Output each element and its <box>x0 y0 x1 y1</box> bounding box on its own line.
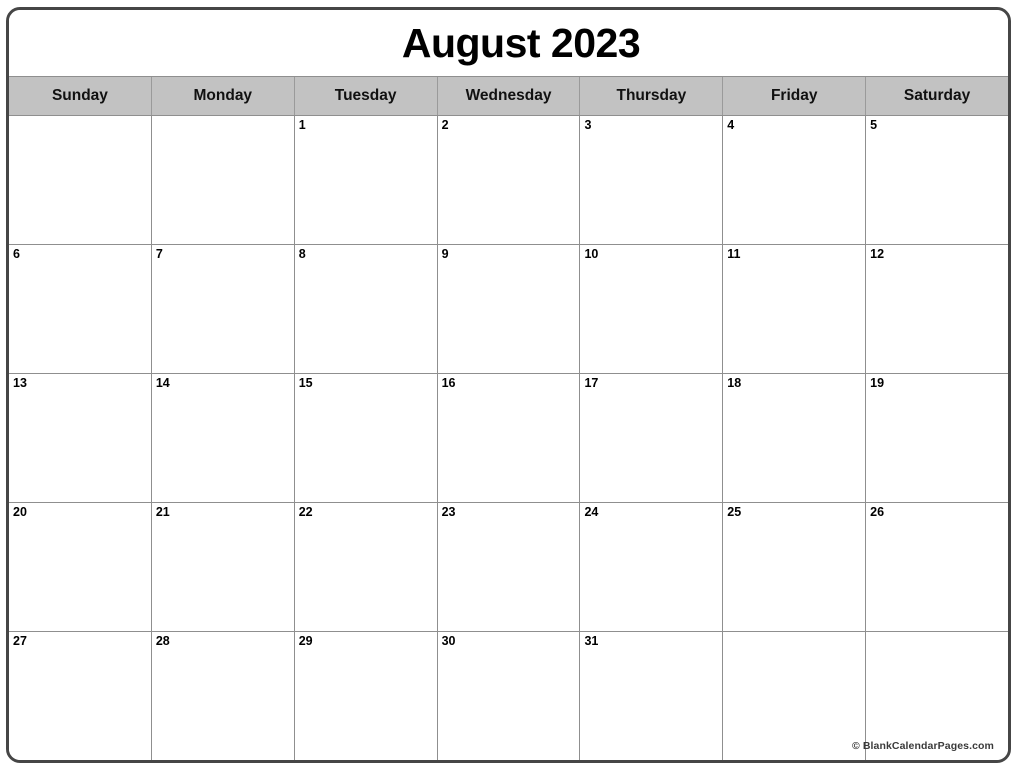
weekday-header-saturday: Saturday <box>866 77 1008 115</box>
day-cell[interactable]: 26 <box>866 503 1008 631</box>
day-cell[interactable]: 16 <box>437 374 581 502</box>
calendar-frame: August 2023 Sunday Monday Tuesday Wednes… <box>6 7 1011 763</box>
day-cell[interactable]: 14 <box>151 374 295 502</box>
day-number: 7 <box>155 247 163 261</box>
day-cell[interactable]: 10 <box>580 245 724 373</box>
day-cell[interactable]: 5 <box>866 116 1008 244</box>
day-number: 20 <box>13 505 27 519</box>
day-number: 31 <box>584 634 599 648</box>
weekday-header-monday: Monday <box>152 77 295 115</box>
weekday-header-friday: Friday <box>723 77 867 115</box>
day-cell[interactable]: 2 <box>437 116 581 244</box>
day-cell[interactable]: 12 <box>866 245 1008 373</box>
day-cell[interactable]: 29 <box>294 632 438 760</box>
day-cell[interactable]: 25 <box>723 503 867 631</box>
calendar-title-band: August 2023 <box>9 10 1008 76</box>
weekday-header-row: Sunday Monday Tuesday Wednesday Thursday… <box>9 76 1008 116</box>
weekday-header-thursday: Thursday <box>580 77 724 115</box>
day-number: 26 <box>870 505 885 519</box>
day-number: 2 <box>441 118 449 132</box>
day-cell[interactable]: 31 <box>580 632 724 760</box>
day-number: 28 <box>155 634 170 648</box>
day-number: 21 <box>155 505 170 519</box>
day-cell[interactable]: 18 <box>723 374 867 502</box>
calendar-grid: Sunday Monday Tuesday Wednesday Thursday… <box>9 76 1008 760</box>
weekday-label: Monday <box>193 87 253 104</box>
day-number: 6 <box>13 247 20 261</box>
day-cell[interactable]: 6 <box>9 245 152 373</box>
day-cell[interactable]: 17 <box>580 374 724 502</box>
day-number: 25 <box>727 505 742 519</box>
day-cell[interactable]: 27 <box>9 632 152 760</box>
day-number: 22 <box>298 505 313 519</box>
calendar-week-row: 6 7 8 9 10 11 12 <box>9 245 1008 374</box>
weekday-header-sunday: Sunday <box>9 77 152 115</box>
day-number: 19 <box>870 376 885 390</box>
weekday-header-tuesday: Tuesday <box>295 77 438 115</box>
calendar-week-row: 1 2 3 4 5 <box>9 116 1008 245</box>
day-cell[interactable]: 1 <box>294 116 438 244</box>
day-cell[interactable]: 22 <box>294 503 438 631</box>
day-number: 17 <box>584 376 599 390</box>
day-cell[interactable] <box>151 116 295 244</box>
day-cell[interactable]: 11 <box>723 245 867 373</box>
day-number: 18 <box>727 376 742 390</box>
day-cell[interactable]: 9 <box>437 245 581 373</box>
day-number: 27 <box>13 634 27 648</box>
day-number: 16 <box>441 376 456 390</box>
day-number: 3 <box>584 118 592 132</box>
day-cell[interactable]: 28 <box>151 632 295 760</box>
day-cell[interactable]: 4 <box>723 116 867 244</box>
weekday-label: Tuesday <box>334 87 397 104</box>
day-cell[interactable] <box>9 116 152 244</box>
day-number: 5 <box>870 118 878 132</box>
day-cell[interactable]: 19 <box>866 374 1008 502</box>
day-cell[interactable]: 13 <box>9 374 152 502</box>
day-number: 30 <box>441 634 456 648</box>
day-number: 11 <box>727 247 741 261</box>
weekday-label: Wednesday <box>465 87 552 104</box>
weekday-label: Saturday <box>903 87 971 104</box>
weekday-label: Thursday <box>616 87 687 104</box>
calendar-week-row: 13 14 15 16 17 18 19 <box>9 374 1008 503</box>
day-cell[interactable] <box>723 632 867 760</box>
day-number: 13 <box>13 376 27 390</box>
day-number: 9 <box>441 247 449 261</box>
day-cell[interactable]: 8 <box>294 245 438 373</box>
day-cell[interactable]: 3 <box>580 116 724 244</box>
weekday-header-wednesday: Wednesday <box>438 77 581 115</box>
day-number: 29 <box>298 634 313 648</box>
footer-watermark: © BlankCalendarPages.com <box>851 740 994 752</box>
day-number: 8 <box>298 247 306 261</box>
weekday-label: Friday <box>770 87 818 104</box>
page-title: August 2023 <box>401 20 641 66</box>
day-number: 15 <box>298 376 313 390</box>
day-cell[interactable]: 21 <box>151 503 295 631</box>
calendar-week-row: 20 21 22 23 24 25 26 <box>9 503 1008 632</box>
day-cell[interactable]: 20 <box>9 503 152 631</box>
day-number: 1 <box>298 118 306 132</box>
day-cell[interactable]: 7 <box>151 245 295 373</box>
day-cell[interactable]: 30 <box>437 632 581 760</box>
day-number: 10 <box>584 247 599 261</box>
weekday-label: Sunday <box>51 87 108 104</box>
day-number: 12 <box>870 247 885 261</box>
day-cell[interactable]: 24 <box>580 503 724 631</box>
day-number: 4 <box>727 118 735 132</box>
day-cell[interactable]: 15 <box>294 374 438 502</box>
day-cell[interactable]: 23 <box>437 503 581 631</box>
day-number: 23 <box>441 505 456 519</box>
day-number: 14 <box>155 376 170 390</box>
day-number: 24 <box>584 505 599 519</box>
